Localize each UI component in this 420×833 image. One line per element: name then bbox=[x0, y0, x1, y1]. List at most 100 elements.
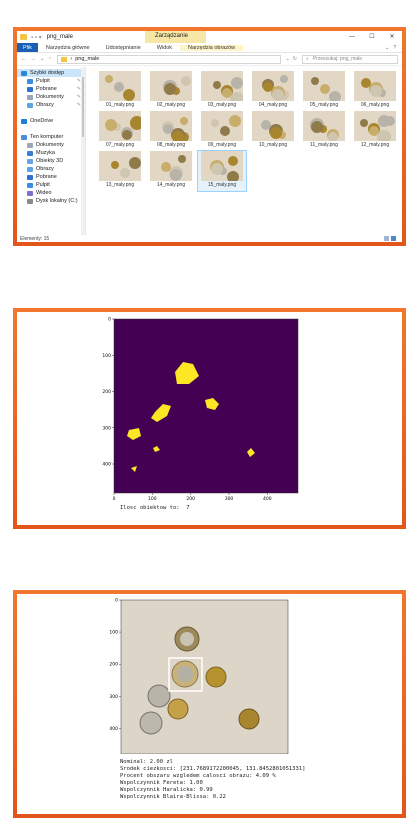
nav-item[interactable]: Wideo bbox=[17, 189, 85, 197]
nav-item-label: Szybki dostęp bbox=[30, 70, 65, 76]
file-item[interactable]: 12_maly.png bbox=[351, 111, 399, 151]
video-icon bbox=[27, 190, 33, 196]
nav-item-label: Wideo bbox=[36, 190, 52, 196]
file-list: 01_maly.png 02_maly.png 03_maly.png 04_maly… bbox=[86, 67, 402, 235]
coin-gold bbox=[205, 666, 227, 688]
x-tick-label: 200 bbox=[186, 496, 195, 502]
coin-mark bbox=[369, 126, 379, 136]
y-tick-label: 400 bbox=[102, 462, 111, 468]
file-item[interactable]: 02_maly.png bbox=[147, 71, 195, 111]
ribbon-tab[interactable]: Narzędzia główne bbox=[38, 45, 98, 51]
close-button[interactable]: ✕ bbox=[382, 31, 402, 43]
file-item[interactable]: 08_maly.png bbox=[147, 111, 195, 151]
minimize-button[interactable]: — bbox=[342, 31, 362, 43]
file-item[interactable]: 07_maly.png bbox=[96, 111, 144, 151]
segmentation-plot: 0 100 200 300 400 0 100 200 300 400 bbox=[102, 317, 299, 502]
file-item[interactable]: 10_maly.png bbox=[249, 111, 297, 151]
nav-item[interactable]: Ten komputer bbox=[17, 133, 85, 141]
file-item[interactable]: 01_maly.png bbox=[96, 71, 144, 111]
breadcrumb[interactable]: png_male bbox=[75, 56, 99, 62]
nav-item[interactable]: OneDrive bbox=[17, 117, 85, 125]
file-item[interactable]: 05_maly.png bbox=[300, 71, 348, 111]
back-icon[interactable]: ← bbox=[21, 56, 27, 62]
coin-mark bbox=[263, 82, 273, 92]
coin-mark bbox=[114, 82, 124, 92]
nav-item[interactable]: Szybki dostęp bbox=[17, 69, 85, 77]
nav-item[interactable]: Obiekty 3D bbox=[17, 157, 85, 165]
coin-mark bbox=[261, 120, 271, 130]
coin-mark bbox=[320, 84, 330, 94]
forward-icon[interactable]: → bbox=[31, 56, 37, 62]
segmentation-image bbox=[114, 319, 298, 493]
ribbon-tab[interactable]: Plik bbox=[17, 43, 38, 52]
desktop-icon bbox=[27, 182, 33, 188]
large-icons-view-icon[interactable] bbox=[391, 236, 396, 241]
nav-item[interactable]: Pobrane bbox=[17, 173, 85, 181]
file-name: 03_maly.png bbox=[207, 102, 237, 108]
address-dropdown-icon[interactable]: ⌄ bbox=[286, 56, 290, 62]
chevron-down-icon[interactable]: ⌄ bbox=[385, 45, 389, 51]
ribbon-right-controls: ⌄ ? bbox=[385, 45, 402, 51]
ribbon-tab[interactable]: Narzędzia obrazów bbox=[180, 44, 244, 51]
quick-access-toolbar[interactable]: ▪ ▪ ▾ bbox=[31, 34, 42, 41]
image-thumbnail bbox=[150, 71, 192, 101]
ribbon-tab[interactable]: Udostępnianie bbox=[98, 45, 149, 51]
maximize-button[interactable]: ☐ bbox=[362, 31, 382, 43]
file-item[interactable]: 04_maly.png bbox=[249, 71, 297, 111]
nav-item[interactable]: Dysk lokalny (C:) bbox=[17, 197, 85, 205]
ribbon-tabs: Plik Narzędzia główne Udostępnianie Widok Na… bbox=[17, 43, 402, 53]
up-icon[interactable]: ↑ bbox=[49, 56, 52, 62]
coin-mark bbox=[370, 85, 382, 97]
nav-item[interactable]: Obrazy ✎ bbox=[17, 101, 85, 109]
help-icon[interactable]: ? bbox=[393, 45, 396, 51]
y-tick-label: 200 bbox=[102, 389, 111, 395]
coin-mark bbox=[377, 130, 391, 141]
nav-scrollbar[interactable] bbox=[81, 67, 85, 235]
file-item[interactable]: 06_maly.png bbox=[351, 71, 399, 111]
file-item[interactable]: 03_maly.png bbox=[198, 71, 246, 111]
nav-item-label: Obrazy bbox=[36, 102, 54, 108]
segmentation-output: 0 100 200 300 400 0 100 200 300 400 Ilosc obiekto… bbox=[17, 312, 402, 525]
nav-item[interactable]: Pobrane ✎ bbox=[17, 85, 85, 93]
nav-item[interactable]: Pulpit ✎ bbox=[17, 77, 85, 85]
coin-mark bbox=[164, 83, 176, 95]
file-name: 14_maly.png bbox=[156, 182, 186, 188]
coin-mark bbox=[161, 162, 171, 172]
search-input[interactable]: ⌕ Przeszukaj: png_male bbox=[302, 54, 398, 64]
star-icon bbox=[21, 70, 27, 76]
file-item[interactable]: 15_maly.png bbox=[197, 150, 247, 192]
nav-item[interactable]: Dokumenty bbox=[17, 141, 85, 149]
coin-mark bbox=[329, 91, 341, 101]
download-icon bbox=[27, 174, 33, 180]
nav-item[interactable]: Dokumenty ✎ bbox=[17, 93, 85, 101]
coin-mark bbox=[123, 89, 135, 101]
file-item[interactable]: 09_maly.png bbox=[198, 111, 246, 151]
file-item[interactable]: 13_maly.png bbox=[96, 151, 144, 191]
file-name: 11_maly.png bbox=[310, 142, 338, 148]
computer-icon bbox=[21, 134, 27, 140]
cloud-icon bbox=[21, 118, 27, 124]
refresh-icon[interactable]: ↻ bbox=[293, 56, 297, 62]
details-view-icon[interactable] bbox=[384, 236, 389, 241]
context-tab-manage[interactable]: Zarządzanie bbox=[144, 31, 206, 43]
coin-mark bbox=[105, 75, 113, 83]
nav-item[interactable]: Pulpit bbox=[17, 181, 85, 189]
window-title: png_male bbox=[46, 34, 73, 40]
history-dropdown-icon[interactable]: ⌄ bbox=[40, 56, 45, 62]
nav-item[interactable]: Muzyka bbox=[17, 149, 85, 157]
y-tick-label: 100 bbox=[109, 630, 118, 636]
window-controls: — ☐ ✕ bbox=[342, 31, 402, 43]
coin-mark bbox=[270, 127, 282, 139]
explorer-window: ▪ ▪ ▾ png_male Zarządzanie — ☐ ✕ Plik Nar… bbox=[17, 31, 402, 242]
address-bar[interactable]: › png_male bbox=[57, 54, 281, 64]
coin-mark bbox=[130, 116, 141, 130]
ribbon-tab[interactable]: Widok bbox=[149, 45, 180, 51]
file-item[interactable]: 14_maly.png bbox=[147, 151, 195, 191]
file-item[interactable]: 11_maly.png bbox=[300, 111, 348, 151]
explorer-body: Szybki dostęp Pulpit ✎ Pobrane ✎ Dokumenty ✎ Ob… bbox=[17, 67, 402, 235]
y-tick-label: 100 bbox=[102, 353, 111, 359]
document-icon bbox=[27, 94, 33, 100]
y-tick-label: 0 bbox=[115, 598, 118, 604]
coin-mark bbox=[280, 75, 288, 83]
nav-item[interactable]: Obrazy bbox=[17, 165, 85, 173]
